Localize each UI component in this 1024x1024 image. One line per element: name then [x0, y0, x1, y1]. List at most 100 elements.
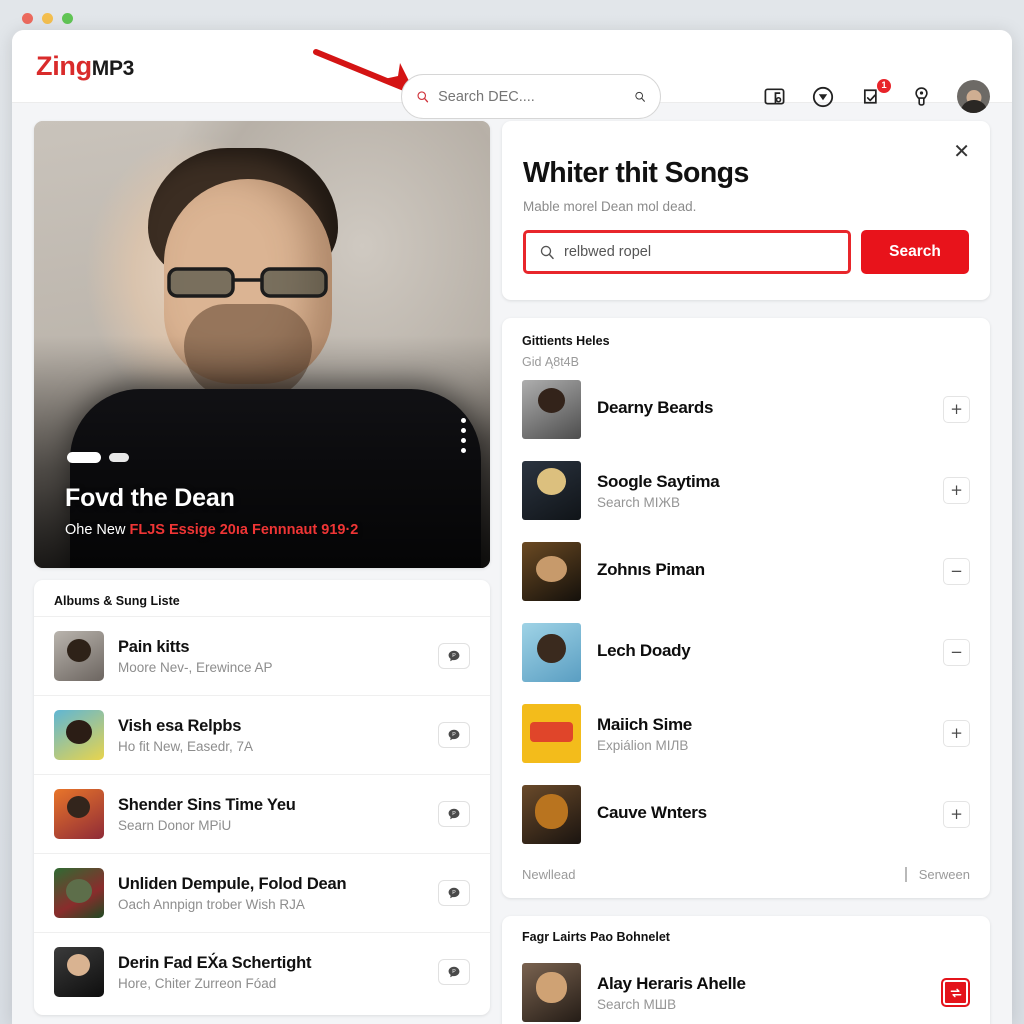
hero-title: Fovd the Dean: [65, 484, 235, 512]
result-thumbnail: [522, 380, 581, 439]
repeat-red-icon[interactable]: [941, 978, 970, 1007]
result-meta: Cauve Wnters: [597, 803, 927, 826]
window-maximize-button[interactable]: [62, 13, 73, 24]
left-column: Fovd the Dean Ohe New FLJS Essige 20ıa F…: [34, 121, 490, 1024]
album-title: Shender Sins Time Yeu: [118, 795, 296, 814]
comment-bubble-icon[interactable]: P: [438, 801, 470, 827]
modal-search-value: relbwed ropel: [564, 244, 652, 260]
modal-subtitle: Mable morel Dean mol dead.: [523, 199, 697, 214]
window-close-button[interactable]: [22, 13, 33, 24]
result-row[interactable]: Zohnıs Piman −: [502, 531, 990, 612]
logo-mp3-text: MP3: [91, 56, 135, 80]
search-icon: [540, 245, 554, 260]
result-meta: Lech Doady: [597, 641, 927, 664]
result-title: Dearny Beards: [597, 398, 714, 417]
result-row[interactable]: Maiich Sime Expiálion MIЛB +: [502, 693, 990, 774]
result-meta: Zohnıs Piman: [597, 560, 927, 583]
search-submit-icon[interactable]: [634, 87, 646, 106]
result-meta: Maiich Sime Expiálion MIЛB: [597, 715, 927, 753]
comment-bubble-icon[interactable]: P: [438, 959, 470, 985]
results-footer: Newllead Serween: [502, 855, 990, 898]
result-meta: Soogle Saytima Search MIЖB: [597, 472, 927, 510]
result-title: Cauve Wnters: [597, 803, 707, 822]
logo-zing-text: Zing: [36, 50, 92, 81]
download-circle-icon[interactable]: [810, 84, 836, 110]
results-title: Gittients Heles: [522, 334, 610, 348]
remove-button[interactable]: −: [943, 558, 970, 585]
kebab-menu-icon[interactable]: [461, 418, 466, 453]
note-upload-icon[interactable]: [761, 84, 787, 110]
album-meta: Pain kitts Moore Nev-, Erewince AP: [118, 638, 424, 675]
album-title: Unliden Dempule, Folod Dean: [118, 874, 347, 893]
svg-text:P: P: [452, 653, 456, 659]
comment-bubble-icon[interactable]: P: [438, 643, 470, 669]
result-thumbnail: [522, 623, 581, 682]
app-window: ZingMP3 Search DEC.... 1 Fovd the Dean O…: [12, 30, 1012, 1024]
result-row[interactable]: Cauve Wnters +: [502, 774, 990, 855]
results-header: Gittients Heles Gid Ą8t4B: [502, 318, 990, 369]
comment-bubble-icon[interactable]: P: [438, 880, 470, 906]
result-title: Lech Doady: [597, 641, 691, 660]
main-content: Fovd the Dean Ohe New FLJS Essige 20ıa F…: [12, 103, 1012, 1024]
list-item[interactable]: Unliden Dempule, Folod Dean Oach Annpign…: [34, 853, 490, 932]
album-subtitle: Ho fit New, Easedr, 7A: [118, 738, 254, 754]
header-icon-group: 1: [761, 77, 990, 113]
results-footer-right[interactable]: Serween: [919, 867, 970, 882]
notification-badge: 1: [876, 77, 892, 94]
album-meta: Unliden Dempule, Folod Dean Oach Annpign…: [118, 875, 424, 912]
mic-icon[interactable]: [908, 84, 934, 110]
kebab-dot: [461, 438, 466, 443]
album-subtitle: Moore Nev-, Erewince AP: [118, 659, 273, 675]
bottom-thumbnail: [522, 963, 581, 1022]
modal-search-input[interactable]: relbwed ropel: [523, 230, 851, 274]
remove-button[interactable]: −: [943, 639, 970, 666]
album-meta: Derin Fad EX́a Schertight Hore, Chiter Z…: [118, 954, 424, 991]
result-thumbnail: [522, 704, 581, 763]
albums-card: Albums & Sung Liste Pain kitts Moore Nev…: [34, 580, 490, 1015]
hero-subtitle: Ohe New FLJS Essige 20ıa Fennnaut 919·2: [65, 522, 358, 538]
results-subtitle: Gid Ą8t4B: [522, 355, 579, 369]
hero-subtitle-plain: Ohe New: [65, 522, 126, 538]
avatar[interactable]: [957, 80, 990, 113]
list-item[interactable]: Pain kitts Moore Nev-, Erewince AP P: [34, 616, 490, 695]
modal-title: Whiter thit Songs: [523, 157, 749, 189]
add-button[interactable]: +: [943, 801, 970, 828]
result-row[interactable]: Lech Doady −: [502, 612, 990, 693]
results-footer-left[interactable]: Newllead: [522, 867, 575, 882]
hero-subtitle-highlight: FLJS Essige 20ıa Fennnaut 919·2: [129, 522, 359, 538]
svg-text:P: P: [452, 732, 456, 738]
window-minimize-button[interactable]: [42, 13, 53, 24]
add-button[interactable]: +: [943, 477, 970, 504]
comment-bubble-icon[interactable]: P: [438, 722, 470, 748]
close-icon[interactable]: ✕: [953, 141, 970, 161]
result-row[interactable]: Dearny Beards +: [502, 369, 990, 450]
avatar-body: [960, 100, 987, 113]
app-logo[interactable]: ZingMP3: [36, 51, 134, 82]
hero-pill-primary: [67, 452, 101, 463]
search-input[interactable]: [438, 88, 626, 105]
svg-text:P: P: [452, 969, 456, 975]
album-thumbnail: [54, 710, 104, 760]
list-item[interactable]: Shender Sins Time Yeu Searn Donor MPiU P: [34, 774, 490, 853]
result-row[interactable]: Soogle Saytima Search MIЖB +: [502, 450, 990, 531]
search-button[interactable]: Search: [861, 230, 969, 274]
hero-pill-secondary: [109, 453, 129, 462]
hero-banner[interactable]: Fovd the Dean Ohe New FLJS Essige 20ıa F…: [34, 121, 490, 568]
app-header: ZingMP3 Search DEC.... 1: [12, 30, 1012, 119]
search-modal: ✕ Whiter thit Songs Mable morel Dean mol…: [502, 121, 990, 300]
list-item[interactable]: Vish esa Relpbs Ho fit New, Easedr, 7A P: [34, 695, 490, 774]
bottom-list-item[interactable]: Alay Heraris Ahelle Search MШB: [502, 952, 990, 1024]
header-search-box[interactable]: [401, 74, 661, 119]
hero-badge-pills: [67, 452, 129, 463]
list-item[interactable]: Derin Fad EX́a Schertight Hore, Chiter Z…: [34, 932, 490, 1011]
add-button[interactable]: +: [943, 396, 970, 423]
album-title: Pain kitts: [118, 637, 190, 656]
result-thumbnail: [522, 461, 581, 520]
result-thumbnail: [522, 542, 581, 601]
add-button[interactable]: +: [943, 720, 970, 747]
result-title: Soogle Saytima: [597, 471, 720, 491]
notification-icon[interactable]: 1: [859, 77, 892, 110]
album-thumbnail: [54, 947, 104, 997]
album-subtitle: Hore, Chiter Zurreon Fóad: [118, 975, 277, 991]
footer-divider: [904, 867, 907, 882]
